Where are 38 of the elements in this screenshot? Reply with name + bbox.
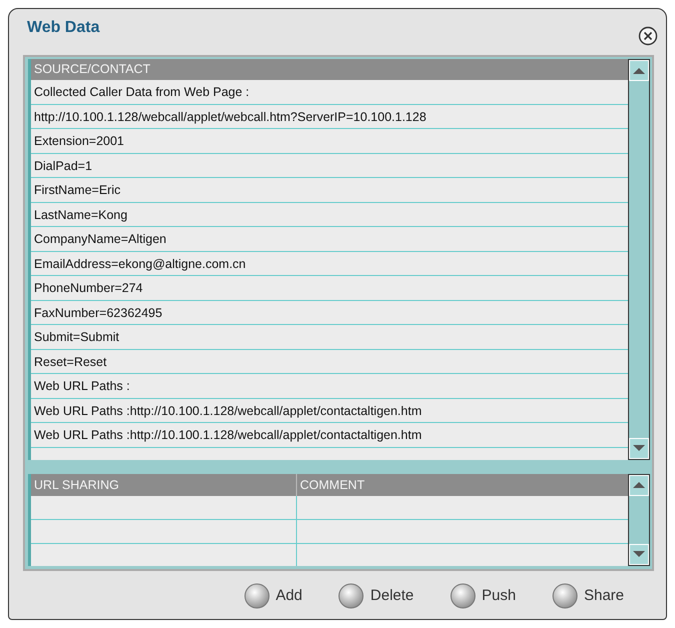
- close-icon[interactable]: [638, 26, 658, 46]
- up-triangle-icon: [632, 481, 646, 489]
- action-button[interactable]: Share: [546, 582, 630, 608]
- up-triangle-icon: [632, 66, 646, 74]
- down-triangle-icon: [632, 550, 646, 558]
- table-cell: CompanyName=Altigen: [31, 227, 628, 252]
- action-button[interactable]: Push: [444, 582, 522, 608]
- table-cell: Web URL Paths :: [31, 374, 628, 398]
- table-cell: EmailAddress=ekong@altigne.com.cn: [31, 252, 628, 276]
- table-cell: Reset=Reset: [31, 350, 628, 374]
- sphere-icon: [552, 582, 578, 608]
- table-cell: Web URL Paths :http://10.100.1.128/webcall/applet/contactaltigen.htm: [31, 398, 628, 423]
- action-button[interactable]: Add: [238, 582, 308, 608]
- table-cell: Extension=2001: [31, 129, 628, 154]
- down-triangle-icon: [632, 444, 646, 452]
- sphere-icon: [338, 582, 364, 608]
- table-cell: DialPad=1: [31, 154, 628, 178]
- sphere-icon: [244, 582, 270, 608]
- scroll-up-button[interactable]: [629, 60, 649, 81]
- column-header: SOURCE/CONTACT: [31, 59, 628, 80]
- scroll-down-button[interactable]: [629, 438, 649, 458]
- scrollbar[interactable]: [628, 59, 650, 460]
- column-header: URL SHARING: [31, 474, 297, 496]
- sphere-icon: [450, 582, 476, 608]
- table-cell: LastName=Kong: [31, 202, 628, 227]
- scrollbar[interactable]: [628, 474, 650, 566]
- column-header: COMMENT: [299, 476, 366, 494]
- window-title: Web Data: [27, 19, 100, 37]
- table-cell: Submit=Submit: [31, 325, 628, 350]
- table-cell: FirstName=Eric: [31, 178, 628, 202]
- action-button[interactable]: Delete: [332, 582, 420, 608]
- scroll-up-button[interactable]: [629, 474, 649, 496]
- table-cell: http://10.100.1.128/webcall/applet/webcall.htm?ServerIP=10.100.1.128: [31, 104, 628, 129]
- scroll-down-button[interactable]: [629, 544, 649, 564]
- table-cell: Web URL Paths :http://10.100.1.128/webcall/applet/contactaltigen.htm: [31, 423, 628, 448]
- table-cell: Collected Caller Data from Web Page :: [31, 80, 628, 104]
- table-cell: FaxNumber=62362495: [31, 300, 628, 325]
- table-cell: PhoneNumber=274: [31, 276, 628, 300]
